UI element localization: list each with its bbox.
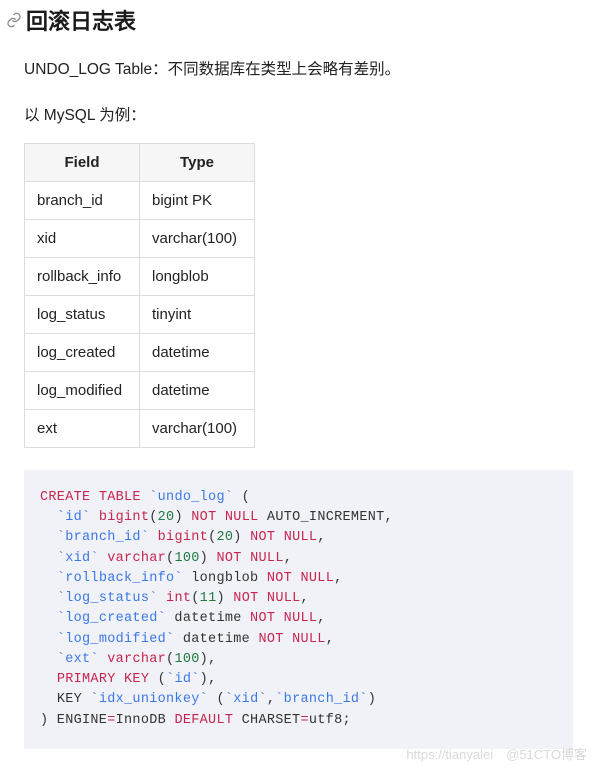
table-row: log_modifieddatetime	[25, 371, 255, 409]
table-cell: xid	[25, 219, 140, 257]
schema-table: Field Type branch_idbigint PKxidvarchar(…	[24, 143, 255, 448]
table-header: Type	[140, 143, 255, 181]
table-cell: varchar(100)	[140, 219, 255, 257]
table-row: extvarchar(100)	[25, 409, 255, 447]
table-cell: log_modified	[25, 371, 140, 409]
sql-code-block: CREATE TABLE `undo_log` ( `id` bigint(20…	[24, 470, 573, 749]
example-line: 以 MySQL 为例：	[24, 103, 573, 125]
intro-text: UNDO_LOG Table：不同数据库在类型上会略有差别。	[24, 58, 573, 83]
table-row: xidvarchar(100)	[25, 219, 255, 257]
table-cell: branch_id	[25, 181, 140, 219]
table-cell: datetime	[140, 371, 255, 409]
table-row: log_statustinyint	[25, 295, 255, 333]
table-cell: rollback_info	[25, 257, 140, 295]
table-header: Field	[25, 143, 140, 181]
table-cell: datetime	[140, 333, 255, 371]
table-cell: bigint PK	[140, 181, 255, 219]
table-row: branch_idbigint PK	[25, 181, 255, 219]
table-cell: longblob	[140, 257, 255, 295]
table-cell: ext	[25, 409, 140, 447]
table-cell: varchar(100)	[140, 409, 255, 447]
table-cell: log_created	[25, 333, 140, 371]
table-row: rollback_infolongblob	[25, 257, 255, 295]
table-row: log_createddatetime	[25, 333, 255, 371]
page-title: 回滚日志表	[26, 4, 136, 36]
link-icon	[6, 12, 22, 28]
table-cell: log_status	[25, 295, 140, 333]
table-cell: tinyint	[140, 295, 255, 333]
